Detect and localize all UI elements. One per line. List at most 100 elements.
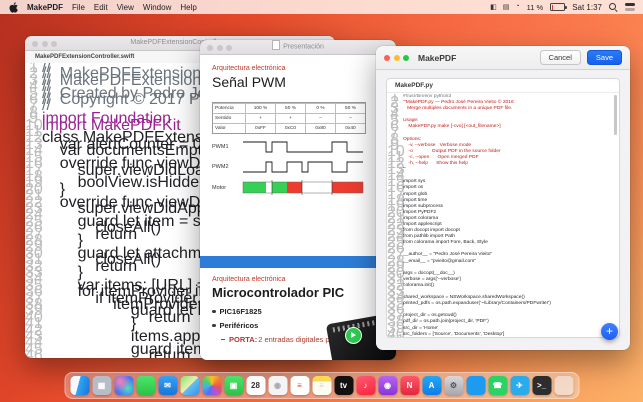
- dock-icon-settings[interactable]: ⚙: [444, 376, 463, 395]
- dock-icon-mail[interactable]: ✉: [158, 376, 177, 395]
- dock-icon-trash[interactable]: [554, 376, 573, 395]
- zoom-button[interactable]: [51, 40, 57, 47]
- status-icons: ◧ ▤ ◔: [490, 3, 519, 11]
- dock-icon-launchpad[interactable]: ▦: [92, 376, 111, 395]
- dock-icon-reminders[interactable]: ≡: [290, 376, 309, 395]
- dock-icon-maps[interactable]: [180, 376, 199, 395]
- dock-icon-photos[interactable]: [202, 376, 221, 395]
- dock-icon-appstore[interactable]: A: [422, 376, 441, 395]
- status-icon-display[interactable]: ▤: [503, 3, 510, 11]
- minimize-button[interactable]: [393, 54, 400, 61]
- menu-app-name[interactable]: MakePDF: [27, 3, 63, 12]
- window-makepdf: MakePDF Cancel Save MakePDF.py 1 #!/usr/…: [376, 46, 630, 350]
- close-button[interactable]: [207, 44, 213, 51]
- menu-item[interactable]: Edit: [94, 3, 108, 12]
- menu-item[interactable]: File: [72, 3, 85, 12]
- code-text: }: [42, 315, 137, 333]
- dock-icon-tv[interactable]: tv: [334, 376, 353, 395]
- makepdf-file-header: MakePDF.py: [387, 79, 619, 93]
- add-document-button[interactable]: +: [601, 323, 618, 340]
- dock-icon-calendar[interactable]: 28: [246, 376, 265, 395]
- cancel-button[interactable]: Cancel: [539, 50, 581, 65]
- desktop: MakePDF File Edit View Window Help ◧ ▤ ◔ 11 % …: [0, 0, 643, 402]
- scrollbar-thumb[interactable]: [614, 95, 617, 135]
- dock-icon-music[interactable]: ♪: [356, 376, 375, 395]
- pwm-table-cell: 0xC0: [275, 124, 305, 133]
- makepdf-title-bar[interactable]: MakePDF Cancel Save: [376, 46, 630, 70]
- dock-icon-twitter[interactable]: [466, 376, 485, 395]
- code-text: src_folders = ['Source', 'Documents', 'D…: [403, 331, 505, 337]
- pwm2-waveform: [243, 161, 363, 173]
- code-text: __email__ = "pvieito@gmail.com": [403, 258, 476, 264]
- menu-bar-status: ◧ ▤ ◔ 11 % Sat 1:37: [490, 2, 643, 12]
- code-text: //: [42, 97, 51, 115]
- slide-pic[interactable]: Arquitectura electrónica Microcontrolado…: [200, 268, 396, 360]
- document-proxy-icon: [272, 40, 281, 50]
- code-text: colorama.init(): [403, 282, 434, 288]
- pwm-table-cell: 50 %: [275, 104, 305, 113]
- presentation-title-bar[interactable]: Presentación: [200, 40, 396, 55]
- dash-icon: [221, 338, 225, 341]
- dock-icon-siri[interactable]: [114, 376, 133, 395]
- editor-file-label[interactable]: MakePDFExtensionController.swift: [35, 54, 134, 60]
- pwm-table-cell: 0x40: [335, 124, 365, 133]
- code-text: import MakePDFKit: [42, 116, 181, 134]
- apple-menu-icon[interactable]: [9, 1, 18, 13]
- pwm-table-label: Valor: [215, 126, 226, 131]
- menu-clock[interactable]: Sat 1:37: [572, 3, 602, 12]
- search-icon[interactable]: [609, 2, 618, 12]
- pwm-table-label: Sentido: [215, 116, 232, 121]
- dock-icon-telegram[interactable]: ✈: [510, 376, 529, 395]
- code-text: // MakePDFExtension: [42, 71, 202, 89]
- dock-icon-notes[interactable]: ≡: [312, 376, 331, 395]
- control-center-icon[interactable]: [625, 3, 635, 11]
- menu-item[interactable]: Help: [180, 3, 196, 12]
- status-icon-timemachine[interactable]: ◔: [515, 3, 519, 11]
- makepdf-document-card: MakePDF.py 1 #!/usr/bin/env python3 2 ''…: [386, 78, 620, 338]
- pwm-table-cell: +: [245, 114, 275, 123]
- dock-icon-whatsapp[interactable]: ☎: [488, 376, 507, 395]
- code-text: }: [42, 264, 83, 281]
- dock-icon-facetime[interactable]: ▣: [224, 376, 243, 395]
- dock-icon-contacts[interactable]: ◉: [268, 376, 287, 395]
- pwm-table-cell: −: [305, 114, 335, 123]
- battery-icon[interactable]: [550, 3, 567, 11]
- pwm1-waveform: [243, 141, 363, 153]
- waveform-row-motor: Motor: [212, 180, 384, 196]
- dock-icon-finder[interactable]: [70, 376, 89, 395]
- zoom-button[interactable]: [226, 44, 232, 51]
- code-text: return: [42, 347, 191, 358]
- code-text: }: [42, 180, 66, 198]
- makepdf-code-area[interactable]: 1 #!/usr/bin/env python3 2 '''MakePDF.py…: [387, 94, 613, 337]
- zoom-button[interactable]: [403, 54, 409, 61]
- page-gap: [200, 256, 396, 268]
- pwm-table-row: Sentido + + − −: [213, 113, 365, 123]
- waveform-row-pwm1: PWM1: [212, 140, 384, 154]
- status-icon-shortcuts[interactable]: ◧: [490, 3, 497, 11]
- code-text: printed_pdfs = os.path.expanduser('~/Lib…: [403, 301, 551, 307]
- slide-pwm[interactable]: Arquitectura electrónica Señal PWM Poten…: [200, 55, 396, 256]
- makepdf-window-title: MakePDF: [418, 52, 457, 63]
- makepdf-file-label: MakePDF.py: [395, 82, 433, 89]
- slide-subtitle: Arquitectura electrónica: [212, 276, 286, 283]
- dock-icon-messages[interactable]: [136, 376, 155, 395]
- close-button[interactable]: [32, 40, 38, 47]
- window-presentation: Presentación Arquitectura electrónica Se…: [200, 40, 396, 360]
- menu-item[interactable]: Window: [143, 3, 171, 12]
- code-line: 40 src_folders = ['Source', 'Documents',…: [387, 326, 613, 337]
- dock-icon-terminal[interactable]: >_: [532, 376, 551, 395]
- dock-icon-news[interactable]: N: [400, 376, 419, 395]
- menu-item[interactable]: View: [117, 3, 134, 12]
- minimize-button[interactable]: [216, 44, 223, 51]
- waveform-row-pwm2: PWM2: [212, 160, 384, 174]
- pwm-table-cell: 0x80: [305, 124, 335, 133]
- close-button[interactable]: [384, 54, 390, 61]
- waveform-label: Motor: [212, 185, 227, 191]
- makepdf-traffic-lights: [384, 54, 409, 61]
- editor-traffic-lights: [32, 40, 57, 47]
- minimize-button[interactable]: [41, 40, 48, 47]
- code-text: super.viewDidLoad(): [42, 161, 224, 179]
- bullet-icon: [212, 323, 216, 328]
- save-button[interactable]: Save: [586, 50, 622, 65]
- dock-icon-podcasts[interactable]: ◉: [378, 376, 397, 395]
